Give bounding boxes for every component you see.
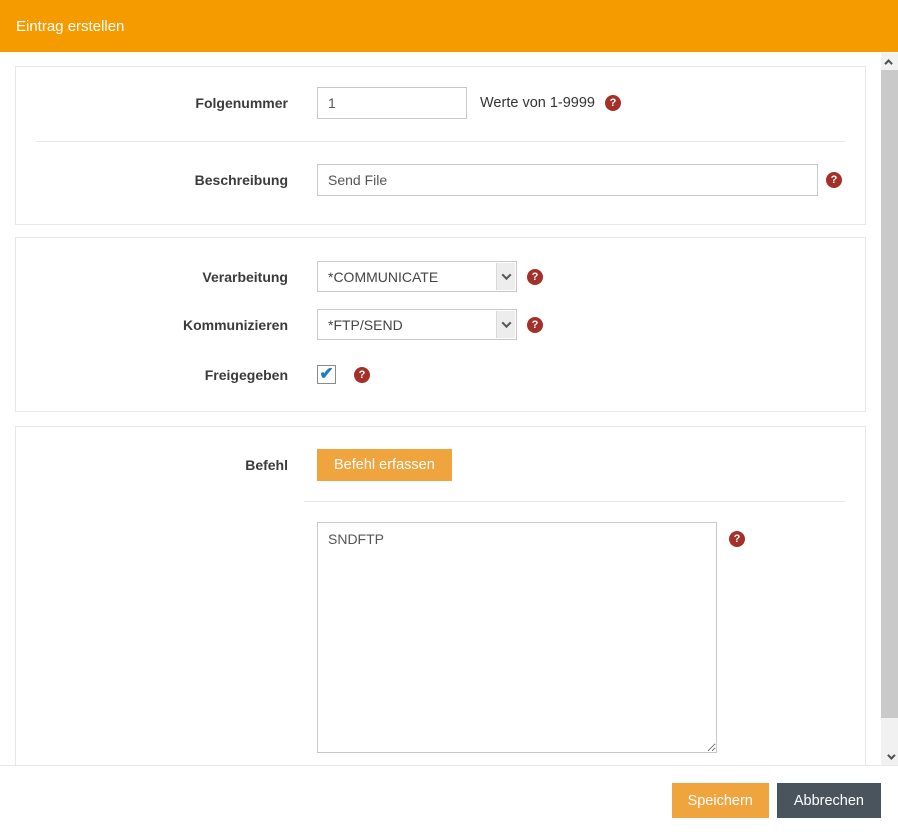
- verarbeitung-select[interactable]: *COMMUNICATE: [317, 261, 517, 292]
- help-icon[interactable]: ?: [527, 317, 543, 333]
- folgenummer-hint: Werte von 1-9999: [480, 95, 595, 111]
- dialog-header: Eintrag erstellen: [0, 0, 898, 52]
- kommunizieren-selected-value: *FTP/SEND: [328, 317, 403, 333]
- verarbeitung-label: Verarbeitung: [16, 269, 288, 285]
- befehl-erfassen-button[interactable]: Befehl erfassen: [317, 449, 452, 481]
- scrollbar-thumb[interactable]: [881, 70, 898, 718]
- panel-processing: Verarbeitung *COMMUNICATE ? Kommuniziere…: [15, 237, 866, 412]
- verarbeitung-selected-value: *COMMUNICATE: [328, 269, 438, 285]
- chevron-up-icon: [884, 59, 892, 67]
- form-row-kommunizieren: Kommunizieren *FTP/SEND ?: [16, 309, 865, 340]
- scroll-up-button[interactable]: [881, 53, 898, 70]
- form-row-befehl-text: SNDFTP ?: [16, 522, 865, 753]
- help-icon[interactable]: ?: [527, 269, 543, 285]
- kommunizieren-label: Kommunizieren: [16, 317, 288, 333]
- chevron-down-icon: [496, 311, 515, 338]
- form-row-freigegeben: Freigegeben ✔ ?: [16, 365, 865, 384]
- freigegeben-label: Freigegeben: [16, 367, 288, 383]
- divider: [36, 141, 845, 142]
- cancel-button[interactable]: Abbrechen: [777, 783, 881, 818]
- save-button[interactable]: Speichern: [672, 783, 769, 818]
- folgenummer-label: Folgenummer: [16, 95, 288, 111]
- checkmark-icon: ✔: [319, 365, 333, 382]
- form-row-verarbeitung: Verarbeitung *COMMUNICATE ?: [16, 261, 865, 292]
- dialog-body: Folgenummer Werte von 1-9999 ? Beschreib…: [0, 52, 898, 765]
- form-row-folgenummer: Folgenummer Werte von 1-9999 ?: [16, 87, 865, 119]
- befehl-label: Befehl: [16, 457, 288, 473]
- chevron-down-icon: [496, 263, 515, 290]
- help-icon[interactable]: ?: [826, 172, 842, 188]
- panel-command: Befehl Befehl erfassen SNDFTP ?: [15, 426, 866, 765]
- folgenummer-input[interactable]: [317, 87, 467, 119]
- help-icon[interactable]: ?: [354, 367, 370, 383]
- dialog-title: Eintrag erstellen: [16, 18, 124, 35]
- form-row-beschreibung: Beschreibung ?: [16, 164, 865, 196]
- befehl-textarea[interactable]: SNDFTP: [317, 522, 717, 753]
- scroll-down-button[interactable]: [881, 748, 898, 765]
- panel-identification: Folgenummer Werte von 1-9999 ? Beschreib…: [15, 66, 866, 225]
- form-row-befehl: Befehl Befehl erfassen: [16, 449, 865, 481]
- help-icon[interactable]: ?: [605, 95, 621, 111]
- dialog-footer: Speichern Abbrechen: [0, 765, 898, 832]
- help-icon[interactable]: ?: [729, 531, 745, 547]
- vertical-scrollbar[interactable]: [881, 53, 898, 765]
- kommunizieren-select[interactable]: *FTP/SEND: [317, 309, 517, 340]
- freigegeben-checkbox[interactable]: ✔: [317, 365, 336, 384]
- divider: [304, 501, 845, 502]
- beschreibung-input[interactable]: [317, 164, 818, 196]
- beschreibung-label: Beschreibung: [16, 172, 288, 188]
- chevron-down-icon: [887, 751, 895, 759]
